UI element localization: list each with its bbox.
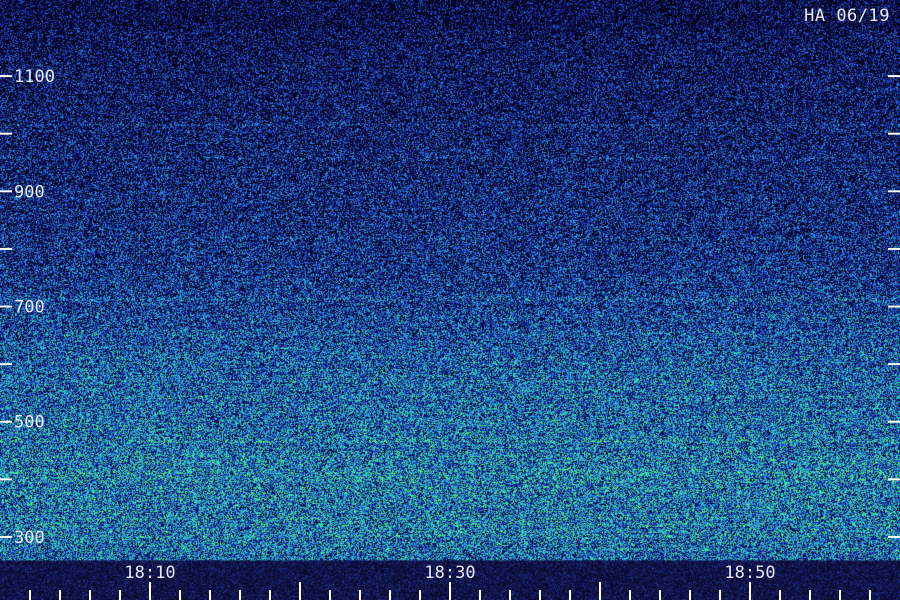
y-tick-label: 500 [14,413,45,433]
y-tick-label: 300 [14,528,45,548]
x-tick-label: 18:30 [424,563,475,583]
y-tick-label: 900 [14,182,45,202]
x-tick-label: 18:10 [124,563,175,583]
spectrogram-figure: 1100 900 700 500 300 18:10 18:30 18:50 HA 06/19 [0,0,900,600]
x-tick-label: 18:50 [724,563,775,583]
spectrogram-axes: 1100 900 700 500 300 18:10 18:30 18:50 [0,67,900,600]
y-tick-label: 1100 [14,67,55,87]
y-tick-label: 700 [14,298,45,318]
chart-title: HA 06/19 [804,6,890,26]
